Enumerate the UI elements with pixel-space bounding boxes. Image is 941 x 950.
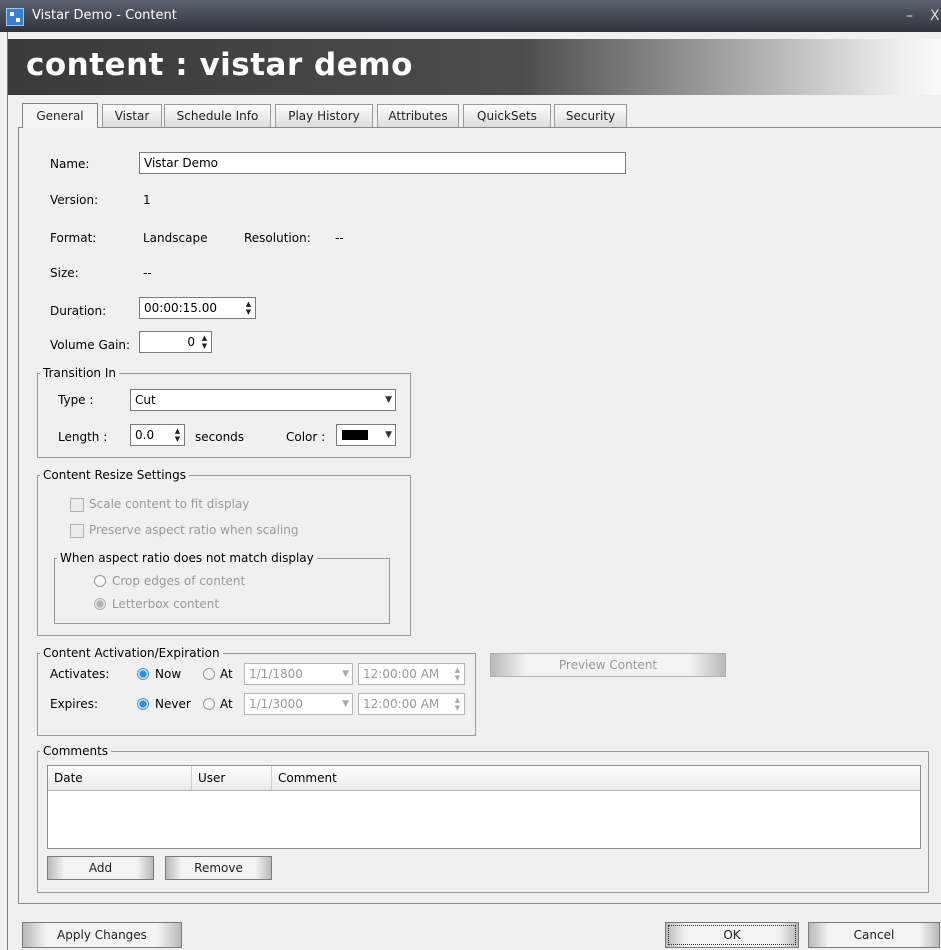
chevron-down-icon: ▼ [385,430,392,440]
transition-length-field[interactable]: 0.0 ▲ ▼ [130,424,185,446]
tab-play-history[interactable]: Play History [275,104,373,127]
add-comment-button[interactable]: Add [47,856,154,880]
scale-content-checkbox[interactable] [70,498,84,512]
expires-date-value: 1/1/3000 [249,697,303,711]
activation-legend: Content Activation/Expiration [43,646,220,660]
tab-vistar[interactable]: Vistar [102,104,162,127]
title-bar: Vistar Demo - Content – X [0,0,941,32]
chevron-down-icon: ▼ [385,395,392,405]
time-spinner-icon: ▲ ▼ [454,666,461,682]
tab-schedule-info[interactable]: Schedule Info [164,104,271,127]
crop-edges-label: Crop edges of content [112,574,246,588]
expires-at-radio[interactable] [203,698,215,710]
cancel-button[interactable]: Cancel [808,922,940,948]
seconds-label: seconds [195,430,245,444]
transition-type-value: Cut [135,393,156,407]
activates-time-value: 12:00:00 AM [363,667,440,681]
resolution-value: -- [335,231,344,245]
volume-gain-field[interactable]: 0 ▲ ▼ [139,331,212,353]
name-label: Name: [50,157,90,171]
activates-label: Activates: [50,667,110,681]
format-label: Format: [50,231,97,245]
header-banner: content : vistar demo [8,39,941,95]
activates-at-radio[interactable] [203,668,215,680]
window-title: Vistar Demo - Content [32,8,177,23]
expires-date-field[interactable]: 1/1/3000 ▼ [244,693,353,715]
remove-comment-button[interactable]: Remove [165,856,272,880]
transition-length-label: Length : [58,430,108,444]
activates-date-field[interactable]: 1/1/1800 ▼ [244,663,353,685]
comments-table[interactable]: Date User Comment [47,765,921,849]
size-label: Size: [50,266,79,280]
color-swatch [342,430,368,440]
tab-quicksets[interactable]: QuickSets [463,104,551,127]
version-label: Version: [50,193,99,207]
duration-value: 00:00:15.00 [144,301,217,315]
comments-legend: Comments [43,744,109,758]
activation-group: Content Activation/Expiration [37,646,476,736]
version-value: 1 [143,193,151,207]
duration-label: Duration: [50,304,107,318]
column-user[interactable]: User [192,766,272,790]
transition-type-select[interactable]: Cut ▼ [130,389,396,411]
volume-gain-label: Volume Gain: [50,338,131,352]
transition-length-value: 0.0 [135,428,155,442]
volume-spinner-icon[interactable]: ▲ ▼ [200,334,209,350]
preview-content-button[interactable]: Preview Content [490,653,726,677]
letterbox-label: Letterbox content [112,597,220,611]
tab-attributes[interactable]: Attributes [377,104,459,127]
expires-never-radio[interactable] [137,698,149,710]
chevron-down-icon: ▼ [342,699,349,709]
close-button[interactable]: X [930,8,940,24]
aspect-mismatch-legend: When aspect ratio does not match display [60,551,314,565]
ok-button[interactable]: OK [665,922,799,948]
activates-at-label: At [220,667,233,681]
chevron-down-icon: ▼ [342,669,349,679]
tab-security[interactable]: Security [554,104,627,127]
name-field[interactable]: Vistar Demo [139,152,626,174]
page-title: content : vistar demo [26,47,413,83]
resolution-label: Resolution: [244,231,311,245]
activates-time-field[interactable]: 12:00:00 AM ▲ ▼ [358,663,465,685]
activates-now-label: Now [155,667,182,681]
color-label: Color : [286,430,326,444]
column-comment[interactable]: Comment [272,766,918,790]
expires-time-value: 12:00:00 AM [363,697,440,711]
letterbox-radio[interactable] [94,598,106,610]
duration-field[interactable]: 00:00:15.00 ▲ ▼ [139,297,256,319]
tab-general[interactable]: General [22,103,98,128]
duration-spinner-icon[interactable]: ▲ ▼ [244,300,253,316]
apply-changes-button[interactable]: Apply Changes [22,922,182,948]
volume-gain-value: 0 [187,335,195,349]
format-value: Landscape [143,231,208,245]
app-icon [6,8,24,26]
transition-in-legend: Transition In [43,366,116,380]
crop-edges-radio[interactable] [94,575,106,587]
minimize-button[interactable]: – [906,8,913,24]
activates-now-radio[interactable] [137,668,149,680]
time-spinner-icon: ▲ ▼ [454,696,461,712]
expires-at-label: At [220,697,233,711]
comments-table-header: Date User Comment [48,766,920,791]
column-date[interactable]: Date [48,766,192,790]
color-picker[interactable]: ▼ [336,424,396,446]
size-value: -- [143,266,152,280]
preserve-aspect-checkbox[interactable] [70,524,84,538]
expires-label: Expires: [50,697,98,711]
activates-date-value: 1/1/1800 [249,667,303,681]
expires-never-label: Never [155,697,191,711]
preserve-aspect-label: Preserve aspect ratio when scaling [89,523,299,537]
transition-type-label: Type : [58,393,94,407]
length-spinner-icon[interactable]: ▲ ▼ [173,427,182,443]
scale-content-label: Scale content to fit display [89,497,250,511]
content-resize-legend: Content Resize Settings [43,468,187,482]
expires-time-field[interactable]: 12:00:00 AM ▲ ▼ [358,693,465,715]
